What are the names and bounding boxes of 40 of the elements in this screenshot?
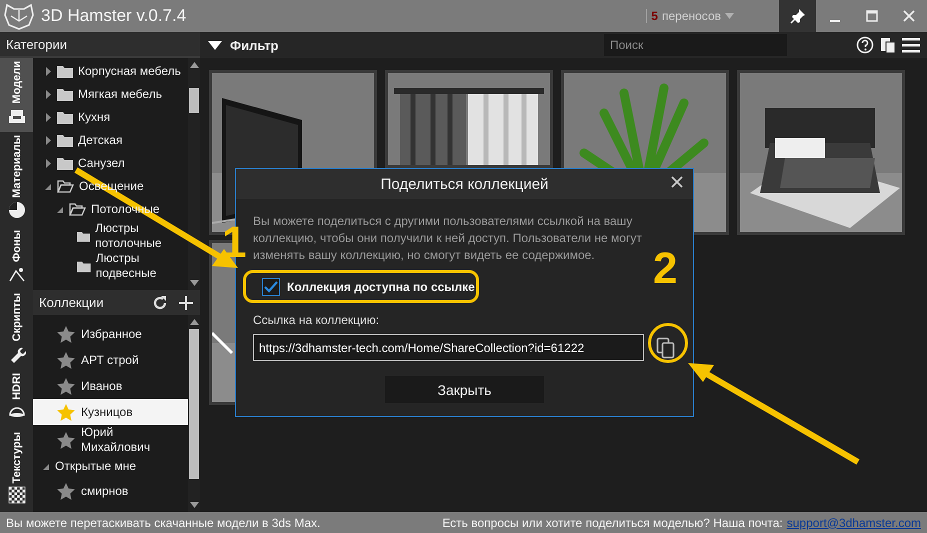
close-dialog-button[interactable]: Закрыть <box>385 376 544 403</box>
category-label[interactable]: Детская <box>78 133 122 148</box>
status-text: Есть вопросы или хотите поделиться моделью? Наша почта: <box>442 516 783 530</box>
side-tab[interactable]: Текстуры <box>0 428 33 512</box>
checkbox-label[interactable]: Коллекция доступна по ссылке <box>287 280 475 294</box>
step-number: 2 <box>653 248 678 290</box>
collection-label: смирнов <box>81 484 128 498</box>
field-label: Ссылка на коллекцию: <box>253 313 380 327</box>
collection-label: Юрий Михайлович <box>81 425 152 455</box>
side-tab[interactable]: Материалы <box>0 132 33 227</box>
collection-item[interactable]: Кузницов <box>33 399 188 425</box>
category-label[interactable]: Санузел <box>78 156 125 171</box>
filter-toggle[interactable]: Фильтр <box>200 38 287 52</box>
search-field[interactable]: Поиск <box>604 34 787 56</box>
category-label[interactable]: Люстры подвесные <box>96 251 188 281</box>
category-label[interactable]: Кухня <box>78 110 110 125</box>
collection-label: Избранное <box>81 326 142 342</box>
panel-header: Категории <box>0 32 200 58</box>
collection-label: Кузницов <box>81 404 133 420</box>
link-field[interactable]: https://3dhamster-tech.com/Home/ShareCollection?id=61222 <box>253 334 644 361</box>
collection-label: Иванов <box>81 378 122 394</box>
collection-item[interactable]: Юрий Михайлович <box>33 425 188 455</box>
dialog-description: Вы можете поделиться с другими пользователями ссылкой на вашу коллекцию, чтобы они получили к ней доступ. Пользователи не могут изменять вашу коллекцию, но смогут видеть ее содержимое. <box>253 213 643 264</box>
status-text: Вы можете перетаскивать скачанные модели в 3ds Max. <box>6 516 320 530</box>
side-tab[interactable]: Фоны <box>0 226 33 290</box>
collection-label: АРТ строй <box>81 352 139 368</box>
collection-item[interactable]: смирнов <box>33 478 188 504</box>
panel-header: Коллекции <box>39 295 104 310</box>
category-label[interactable]: Мягкая мебель <box>78 87 162 102</box>
side-tab[interactable]: HDRI <box>0 370 33 429</box>
collection-item[interactable]: Избранное <box>33 321 188 347</box>
collection-item[interactable]: Иванов <box>33 373 188 399</box>
category-label[interactable]: Корпусная мебель <box>78 64 181 79</box>
group-label[interactable]: Открытые мне <box>55 459 136 474</box>
window-title: 3D Hamster v.0.7.4 <box>41 6 186 26</box>
category-label[interactable]: Люстры потолочные <box>95 221 188 251</box>
side-tab[interactable]: Скрипты <box>0 290 33 370</box>
dialog-title: Поделиться коллекцией <box>380 176 548 192</box>
side-tab[interactable]: Модели <box>0 58 33 132</box>
collection-item[interactable]: АРТ строй <box>33 347 188 373</box>
